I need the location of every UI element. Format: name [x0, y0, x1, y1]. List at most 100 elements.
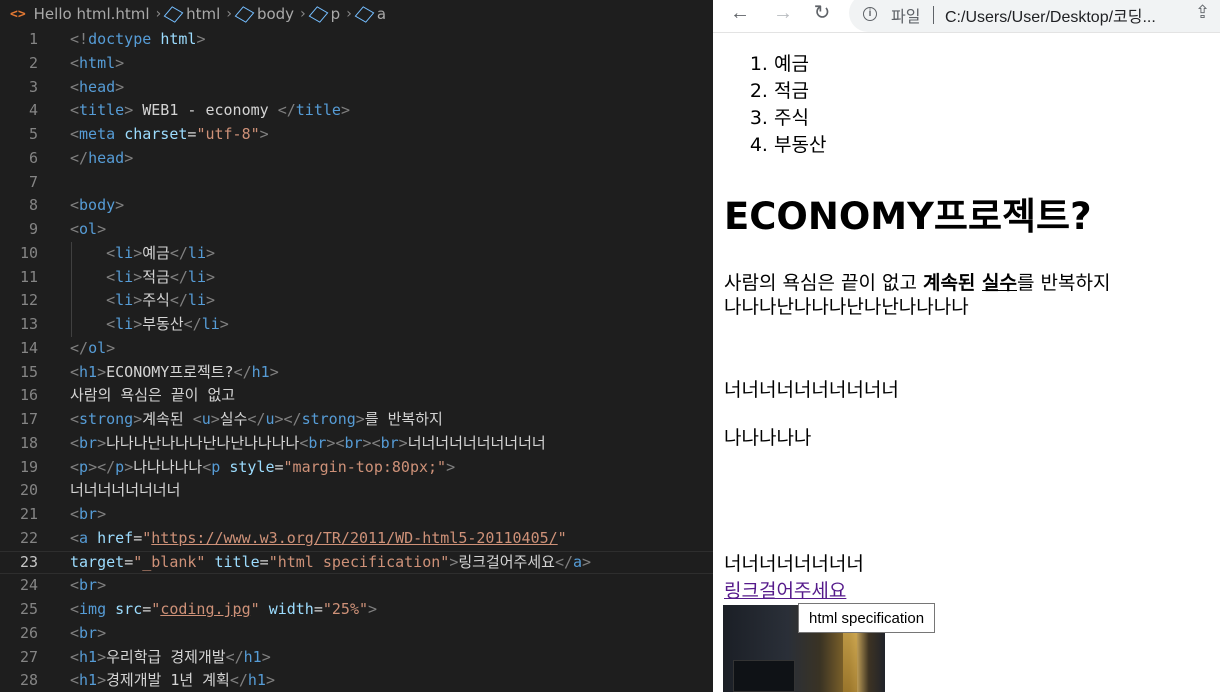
code-line[interactable]: 23 target="_blank" title="html specificat…	[0, 550, 713, 575]
code-line[interactable]: 22 <a href="https://www.w3.org/TR/2011/WD…	[0, 527, 713, 551]
code-text: <h1>ECONOMY프로젝트?</h1>	[70, 361, 279, 385]
code-line[interactable]: 3 <head>	[0, 76, 713, 100]
line-number: 24	[19, 576, 38, 595]
chevron-right-icon: ›	[155, 6, 162, 22]
code-line[interactable]: 17 <strong>계속된 <u>실수</u></strong>를 반복하지	[0, 408, 713, 432]
code-token: p	[115, 457, 125, 476]
code-token: <	[70, 196, 80, 215]
code-token: <	[70, 77, 80, 96]
code-line[interactable]: 18 <br>나나나난나나나난나난나나나나<br><br><br>너너너너너너너너…	[0, 432, 713, 456]
code-text: 너너너너너너너너	[70, 479, 180, 503]
code-token: img	[79, 600, 107, 618]
info-icon[interactable]: i	[863, 7, 877, 21]
code-token: >	[449, 552, 459, 571]
breadcrumb-a[interactable]: a	[377, 5, 386, 23]
text-neo-short: 너너너너너너너너	[724, 553, 864, 575]
element-symbol-icon	[163, 5, 184, 23]
code-line[interactable]: 27 <h1>우리학급 경제개발</h1>	[0, 646, 713, 670]
code-token: "25%"	[322, 600, 369, 618]
page-heading: ECONOMY프로젝트?	[724, 195, 1092, 238]
share-icon[interactable]: ⇪	[1195, 2, 1213, 26]
code-editor[interactable]: <> Hello html.html › html › body › p › a…	[0, 0, 713, 692]
back-arrow-icon[interactable]: ←	[726, 0, 754, 28]
breadcrumb-p[interactable]: p	[331, 5, 341, 23]
code-token: >	[196, 30, 206, 48]
code-line[interactable]: 20 너너너너너너너너	[0, 479, 713, 503]
code-line[interactable]: 7	[0, 171, 713, 195]
code-text: target="_blank" title="html specificatio…	[70, 551, 591, 575]
code-line[interactable]: 6 </head>	[0, 147, 713, 171]
code-line[interactable]: 5 <meta charset="utf-8">	[0, 123, 713, 147]
code-line[interactable]: 2 <html>	[0, 52, 713, 76]
code-token: src	[115, 600, 143, 618]
code-line[interactable]: 1 <!doctype html>	[0, 28, 713, 52]
line-number: 28	[19, 671, 38, 690]
code-token: ><	[326, 433, 345, 452]
code-token: =	[142, 600, 152, 618]
forward-arrow-icon[interactable]: →	[769, 0, 797, 28]
code-text: </ol>	[70, 337, 115, 361]
code-line[interactable]: 15 <h1>ECONOMY프로젝트?</h1>	[0, 361, 713, 385]
code-line[interactable]: 9 <ol>	[0, 218, 713, 242]
breadcrumb-html[interactable]: html	[186, 5, 220, 23]
code-token: title	[79, 101, 125, 120]
code-line[interactable]: 25 <img src="coding.jpg" width="25%">	[0, 598, 713, 622]
text-neo-line: 너너너너너너너너너너	[724, 379, 899, 401]
code-token: br	[79, 433, 98, 452]
code-text: <br>	[70, 503, 106, 527]
code-token: doctype	[88, 30, 152, 48]
code-line[interactable]: 21 <br>	[0, 503, 713, 527]
code-token: target	[70, 552, 125, 571]
code-token: head	[88, 148, 125, 167]
breadcrumb: <> Hello html.html › html › body › p › a	[0, 0, 713, 28]
code-line[interactable]: 8 <body>	[0, 194, 713, 218]
code-token: meta	[79, 125, 116, 143]
code-token: <	[70, 505, 80, 523]
line-number: 19	[19, 457, 38, 476]
code-token: >	[398, 433, 408, 452]
code-line[interactable]: 24 <br>	[0, 574, 713, 598]
code-token: 를 반복하지	[364, 410, 443, 428]
code-line[interactable]: 14 </ol>	[0, 337, 713, 361]
url-text[interactable]: C:/Users/User/Desktop/코딩...	[945, 3, 1195, 27]
code-text: <html>	[70, 52, 124, 76]
code-token: "	[142, 528, 152, 547]
code-token: p	[211, 457, 221, 476]
code-line[interactable]: 16 사람의 욕심은 끝이 없고	[0, 384, 713, 408]
code-line[interactable]: 12 <li>주식</li>	[0, 289, 713, 313]
address-bar[interactable]: i 파일 C:/Users/User/Desktop/코딩...	[849, 0, 1220, 32]
code-token: 링크걸어주세요	[458, 552, 555, 571]
chevron-right-icon: ›	[226, 6, 232, 22]
code-token: <	[70, 220, 80, 238]
code-text: <br>나나나난나나나난나난나나나나<br><br><br>너너너너너너너너너너	[70, 432, 546, 456]
code-line[interactable]: 28 <h1>경제개발 1년 계획</h1>	[0, 669, 713, 692]
code-line[interactable]: 11 <li>적금</li>	[0, 265, 713, 290]
code-token: </	[70, 338, 89, 357]
code-token: >	[368, 600, 378, 618]
code-token: "	[557, 528, 567, 547]
code-token: head	[79, 77, 116, 96]
code-token: coding.jpg	[160, 600, 251, 618]
spec-link[interactable]: 링크걸어주세요	[724, 579, 846, 604]
reload-icon[interactable]: ↻	[808, 0, 836, 28]
code-token: 우리학급 경제개발	[106, 647, 226, 666]
code-area[interactable]: 1 <!doctype html> 2 <html> 3 <head> 4 <title> W…	[0, 28, 713, 692]
code-text: <h1>우리학급 경제개발</h1>	[70, 646, 271, 670]
list-item: 적금	[774, 78, 826, 105]
code-token: <	[299, 433, 309, 452]
breadcrumb-file[interactable]: Hello html.html	[34, 5, 150, 23]
breadcrumb-body[interactable]: body	[257, 5, 294, 23]
code-token: >	[133, 267, 143, 286]
line-number: 11	[19, 267, 38, 286]
address-divider	[933, 6, 934, 24]
code-line[interactable]: 19 <p></p>나나나나나<p style="margin-top:80px;…	[0, 456, 713, 480]
code-line[interactable]: 4 <title> WEB1 - economy </title>	[0, 99, 713, 123]
code-token: >	[124, 148, 134, 167]
code-token: ECONOMY프로젝트?	[106, 362, 234, 381]
code-line[interactable]: 10 <li>예금</li>	[0, 241, 713, 266]
code-token: body	[79, 196, 116, 215]
code-line[interactable]: 13 <li>부동산</li>	[0, 313, 713, 337]
code-token: >	[97, 505, 107, 523]
code-line[interactable]: 26 <br>	[0, 622, 713, 646]
html-file-icon: <>	[10, 6, 26, 22]
